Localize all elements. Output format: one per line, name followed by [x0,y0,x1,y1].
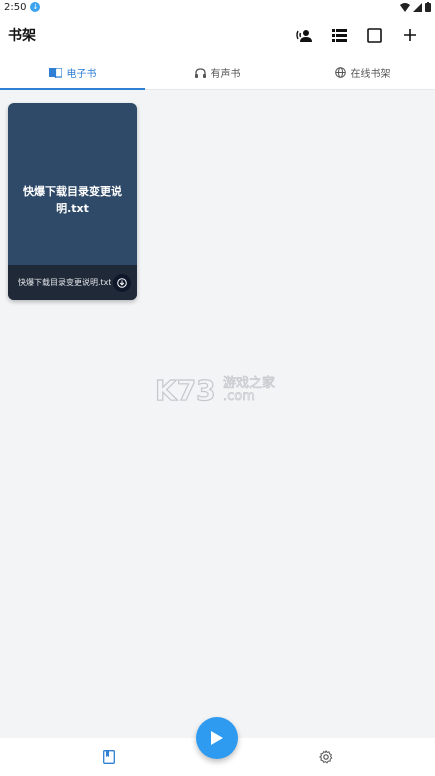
watermark-logo: K73 游戏之家 .com [154,372,285,407]
svg-text:.com: .com [223,389,255,404]
select-square-icon [367,27,382,43]
list-view-button[interactable] [322,20,357,50]
book-open-icon [48,67,62,78]
gear-icon [319,750,333,764]
book-card[interactable]: 快爆下载目录变更说明.txt 快爆下载目录变更说明.txt [8,103,137,300]
battery-icon [425,2,431,12]
nav-settings[interactable] [218,738,435,776]
download-circle-icon [117,277,127,288]
status-bar: 2:50 ↓ [0,0,435,14]
nav-bookshelf[interactable] [0,738,218,776]
wifi-icon [400,2,410,12]
book-info-bar: 快爆下载目录变更说明.txt [8,265,137,300]
status-icons [400,2,431,12]
tab-online-shelf[interactable]: 在线书架 [290,56,435,89]
tab-label: 有声书 [210,69,241,80]
select-square-button[interactable] [357,20,392,50]
add-icon [403,29,416,41]
page-title: 书架 [8,28,36,44]
voice-user-button[interactable] [287,20,322,50]
tab-bar: 电子书 有声书 在线书架 [0,56,435,90]
app-bar: 书架 [0,14,435,56]
book-cover-title: 快爆下载目录变更说明.txt [23,185,122,215]
voice-user-icon [296,29,312,42]
svg-text:K73: K73 [155,374,216,404]
tab-ebook[interactable]: 电子书 [0,56,145,90]
tab-label: 在线书架 [350,69,391,80]
book-name: 快爆下载目录变更说明.txt [18,278,111,287]
book-download-badge [113,273,131,292]
headphones-icon [194,67,206,78]
book-icon [102,750,115,764]
signal-icon [413,2,422,12]
tab-audiobook[interactable]: 有声书 [145,56,290,89]
play-button[interactable] [196,717,238,759]
globe-icon [334,67,346,78]
app-bar-actions [287,20,427,50]
tab-label: 电子书 [66,69,97,80]
watermark-brand-icon: K73 游戏之家 .com [154,373,275,407]
add-button[interactable] [392,20,427,50]
download-icon: ↓ [30,2,41,12]
play-icon [211,731,223,745]
status-time: 2:50 [4,1,27,13]
list-view-icon [332,28,347,42]
